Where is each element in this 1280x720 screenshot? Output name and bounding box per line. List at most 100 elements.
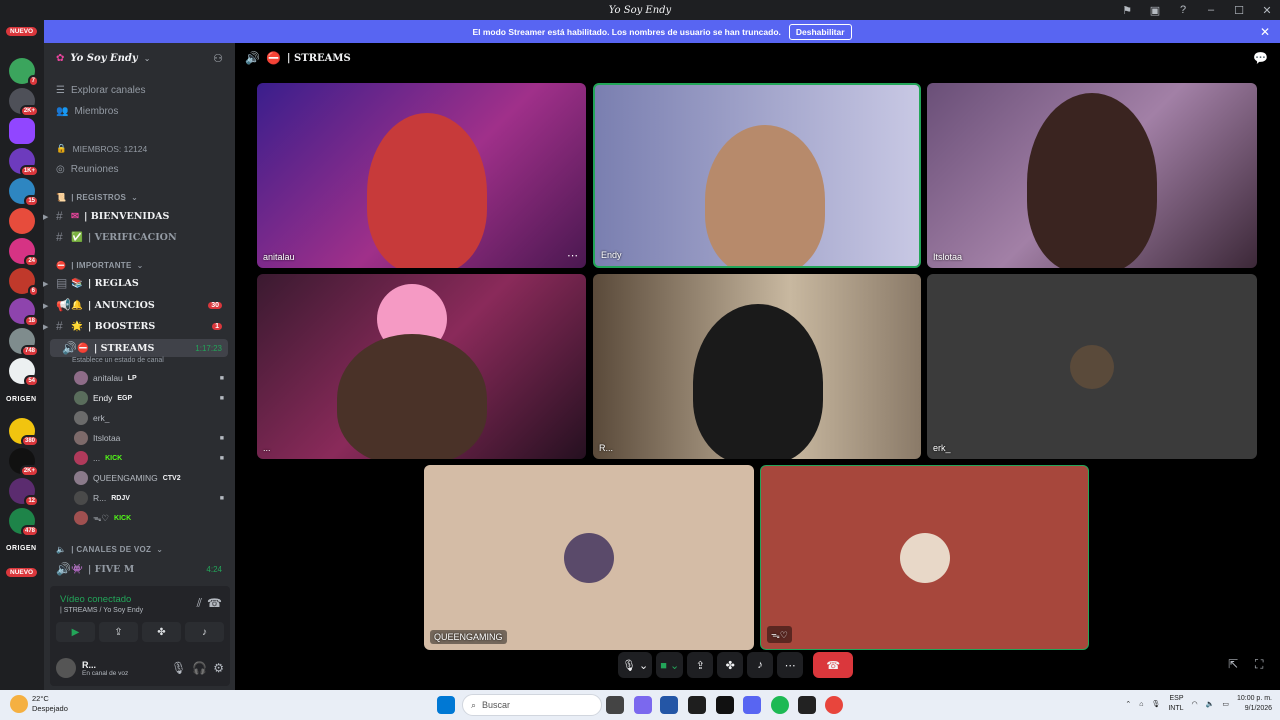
chrome-icon[interactable]: [825, 696, 843, 714]
channel-anuncios[interactable]: ▶ 📢 🔔 | ANUNCIOS 30: [43, 296, 228, 314]
microphone-button[interactable]: 🎙 ⌄: [618, 652, 653, 678]
disconnect-icon[interactable]: ☎: [207, 596, 222, 610]
reuniones-item[interactable]: ◎ Reuniones: [56, 164, 119, 175]
avatar[interactable]: [56, 658, 76, 678]
share-screen-button[interactable]: ⇪: [687, 652, 714, 678]
members-count-channel[interactable]: 🔒 MIEMBROS: 12124: [56, 143, 147, 154]
chevron-up-icon[interactable]: ⌃: [1125, 700, 1131, 708]
copilot-icon[interactable]: [634, 696, 652, 714]
twitch-server-icon[interactable]: [9, 118, 35, 144]
server-icon[interactable]: 748: [9, 328, 39, 357]
app-icon[interactable]: [660, 696, 678, 714]
voice-user[interactable]: R... RDJV ■: [74, 489, 224, 507]
camera-toggle-button[interactable]: ■ ⌄: [656, 652, 684, 678]
server-icon[interactable]: 15: [9, 178, 39, 207]
video-tile-speaking[interactable]: Endy: [593, 83, 921, 268]
voice-user[interactable]: Endy EGP ■: [74, 389, 224, 407]
voice-user[interactable]: erk_: [74, 409, 224, 427]
video-tile[interactable]: Itslotaa: [927, 83, 1257, 268]
wifi-icon[interactable]: ◠: [1192, 700, 1198, 708]
server-icon[interactable]: 6: [9, 268, 39, 297]
mic-icon[interactable]: 🎙: [171, 661, 186, 675]
minimize-button[interactable]: –: [1204, 3, 1218, 17]
mic-icon[interactable]: 🎙: [1151, 700, 1160, 708]
more-options-button[interactable]: ⋯: [777, 652, 804, 678]
headphones-icon[interactable]: 🎧: [192, 661, 207, 675]
server-icon[interactable]: 12: [9, 478, 39, 507]
language-indicator[interactable]: ESP INTL: [1168, 694, 1183, 714]
more-options-icon[interactable]: ⋯: [567, 249, 578, 262]
origen-server-label-2[interactable]: ORIGEN: [6, 545, 37, 552]
server-icon[interactable]: 24: [9, 238, 39, 267]
disable-streamer-button[interactable]: Deshabilitar: [788, 23, 852, 40]
volume-icon[interactable]: 🔈: [1206, 700, 1215, 708]
video-tile[interactable]: ...: [257, 274, 586, 459]
members-item[interactable]: 👥 Miembros: [56, 106, 118, 117]
voice-user[interactable]: ... KICK ■: [74, 449, 224, 467]
server-icon[interactable]: 380: [9, 418, 39, 447]
spotify-icon[interactable]: [771, 696, 789, 714]
server-icon[interactable]: 7: [9, 58, 39, 87]
channel-streams[interactable]: 🔊 ⛔ | STREAMS 1:17:23: [50, 339, 228, 357]
channel-bienvenidas[interactable]: ▶ # ✉ | BIENVENIDAS: [43, 207, 228, 225]
battery-icon[interactable]: ▭: [1222, 700, 1229, 708]
server-icon[interactable]: 1K+: [9, 148, 39, 177]
channel-status-hint[interactable]: Establece un estado de canal: [72, 357, 164, 364]
voice-user[interactable]: ᯓ♡ KICK: [74, 509, 224, 527]
category-registros[interactable]: 📜 | REGISTROS ⌄: [56, 193, 138, 202]
voice-user[interactable]: Itslotaa ■: [74, 429, 224, 447]
channel-verificacion[interactable]: # ✅ | VERIFICACION: [44, 228, 228, 246]
app-icon[interactable]: [688, 696, 706, 714]
video-tile-no-camera[interactable]: ᯓ♡: [760, 465, 1089, 650]
hang-up-button[interactable]: ☎: [813, 652, 854, 678]
voice-user[interactable]: anitalau LP ■: [74, 369, 224, 387]
maximize-button[interactable]: ☐: [1232, 3, 1246, 17]
server-icon[interactable]: 18: [9, 298, 39, 327]
channel-fivem[interactable]: 🔊 👾 | FIVE M 4:24: [44, 560, 228, 578]
screen-share-button[interactable]: ⇪: [99, 622, 138, 642]
server-icon[interactable]: 2K+: [9, 448, 39, 477]
inbox-icon[interactable]: ⚑: [1120, 3, 1134, 17]
camera-button[interactable]: ▶: [56, 622, 95, 642]
server-icon[interactable]: [9, 208, 35, 234]
invite-icon[interactable]: ⚇: [213, 52, 223, 65]
screen-icon[interactable]: ▣: [1148, 3, 1162, 17]
activities-button[interactable]: ✤: [717, 652, 744, 678]
weather-widget[interactable]: 22°C Despejado: [10, 694, 68, 714]
channel-boosters[interactable]: ▶ # 🌟 | BOOSTERS 1: [43, 317, 228, 335]
channel-reglas[interactable]: ▶ ▤ 📚 | REGLAS: [43, 274, 228, 292]
video-tile[interactable]: R...: [593, 274, 921, 459]
browse-channels-item[interactable]: ☰ Explorar canales: [56, 85, 145, 96]
voice-location[interactable]: | STREAMS / Yo Soy Endy: [60, 607, 143, 614]
fullscreen-icon[interactable]: ⛶: [1255, 657, 1263, 672]
discord-icon[interactable]: [743, 696, 761, 714]
close-icon[interactable]: ✕: [1260, 25, 1270, 39]
activities-button[interactable]: ✤: [142, 622, 181, 642]
soundboard-button[interactable]: ♪: [185, 622, 224, 642]
category-canales-voz[interactable]: 🔈 | CANALES DE VOZ ⌄: [56, 545, 163, 554]
server-icon[interactable]: 54: [9, 358, 39, 387]
video-tile-no-camera[interactable]: QUEENGAMING: [424, 465, 754, 650]
task-view-icon[interactable]: [606, 696, 624, 714]
category-importante[interactable]: ⛔ | IMPORTANTE ⌄: [56, 261, 144, 270]
gear-icon[interactable]: ⚙: [213, 661, 224, 675]
server-header[interactable]: ✿ Yo Soy Endy ⌄ ⚇: [44, 43, 235, 73]
noise-suppression-icon[interactable]: ⫽: [197, 596, 202, 611]
soundboard-button[interactable]: ♪: [747, 652, 774, 678]
voice-user[interactable]: QUEENGAMING CTV2: [74, 469, 224, 487]
video-tile-no-camera[interactable]: erk_: [927, 274, 1257, 459]
video-tile[interactable]: anitalau ⋯: [257, 83, 586, 268]
server-icon[interactable]: 478: [9, 508, 39, 537]
help-icon[interactable]: ?: [1176, 3, 1190, 17]
app-icon[interactable]: [716, 696, 734, 714]
chat-icon[interactable]: 💬: [1253, 51, 1268, 65]
app-icon[interactable]: [798, 696, 816, 714]
windows-start-icon[interactable]: [437, 696, 455, 714]
taskbar-search[interactable]: ⌕ Buscar: [462, 694, 602, 716]
server-icon[interactable]: 2K+: [9, 88, 39, 117]
popout-icon[interactable]: ⇱: [1228, 657, 1238, 671]
origen-server-label[interactable]: ORIGEN: [6, 396, 37, 403]
network-icon[interactable]: ⌂: [1139, 701, 1143, 708]
clock[interactable]: 10:00 p. m. 9/1/2026: [1237, 694, 1272, 714]
close-window-button[interactable]: ✕: [1260, 3, 1274, 17]
